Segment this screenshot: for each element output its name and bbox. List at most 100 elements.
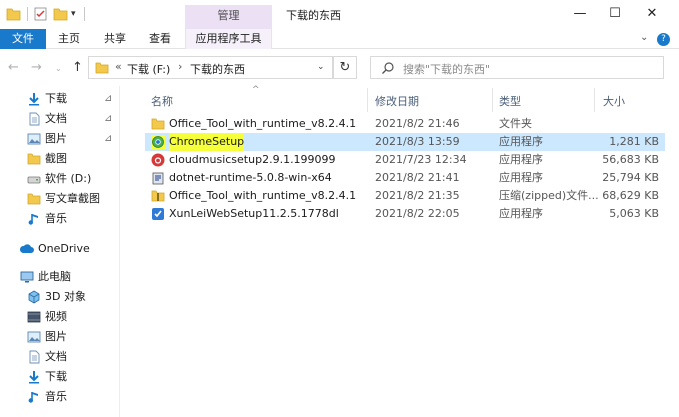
file-name: cloudmusicsetup2.9.1.199099 [169,153,336,166]
column-header-type[interactable]: 类型 [499,93,521,109]
breadcrumb-drive[interactable]: 下载 (F:) [127,61,170,77]
file-name: ChromeSetup [169,133,245,151]
column-divider[interactable] [367,88,368,112]
drive-icon [27,176,41,184]
folder-icon [95,62,109,74]
nav-item-pictures[interactable]: 图片 ⊿ [0,129,120,149]
video-icon [27,311,41,323]
music-icon [28,392,38,403]
nav-item-label: 文档 [45,112,67,125]
tab-home[interactable]: 主页 [54,29,84,49]
nav-item-drive-d[interactable]: 软件 (D:) [0,169,120,189]
table-row[interactable]: cloudmusicsetup2.9.1.199099 2021/7/23 12… [145,151,665,169]
nav-item-label: 音乐 [45,390,67,403]
navigation-pane: 下载 ⊿ 文档 ⊿ 图片 ⊿ 截图 软件 (D:) 写文章截图 音乐 OneDr… [0,86,120,417]
breadcrumb-current-folder[interactable]: 下载的东西 [190,61,245,77]
table-row[interactable]: Office_Tool_with_runtime_v8.2.4.1 2021/8… [145,187,665,205]
column-divider[interactable] [492,88,493,112]
close-button[interactable]: ✕ [637,4,667,24]
search-input[interactable]: 搜索"下载的东西" [370,56,664,79]
expand-ribbon-chevron-icon[interactable]: ⌄ [640,32,648,43]
tab-application-tools[interactable]: 应用程序工具 [185,29,272,49]
window-title: 下载的东西 [286,9,341,22]
download-arrow-icon [29,93,39,106]
nav-item-screenshots[interactable]: 截图 [0,149,120,169]
pin-icon[interactable]: ⊿ [104,129,112,149]
file-size: 56,683 KB [602,153,659,166]
properties-check-icon[interactable] [34,6,47,22]
nav-item-label: 软件 (D:) [45,172,92,185]
new-folder-icon[interactable] [53,6,68,22]
cube-icon [28,290,40,304]
tab-share[interactable]: 共享 [100,29,130,49]
column-headers: ^ 名称 修改日期 类型 大小 [121,85,679,114]
address-bar[interactable]: « 下载 (F:) › 下载的东西 ⌄ [88,56,333,79]
help-icon[interactable]: ? [657,33,670,46]
nav-item-music-pc[interactable]: 音乐 [0,387,120,407]
column-header-size[interactable]: 大小 [603,93,625,109]
nav-item-pictures-pc[interactable]: 图片 [0,327,120,347]
table-row[interactable]: Office_Tool_with_runtime_v8.2.4.1 2021/8… [145,115,665,133]
nav-item-downloads-pc[interactable]: 下载 [0,367,120,387]
maximize-button[interactable]: ☐ [600,4,630,24]
minimize-button[interactable]: — [565,4,595,24]
tab-view[interactable]: 查看 [145,29,175,49]
file-date: 2021/8/3 13:59 [375,135,460,148]
nav-item-documents-pc[interactable]: 文档 [0,347,120,367]
address-dropdown-icon[interactable]: ⌄ [317,62,325,72]
file-type: 应用程序 [499,135,543,148]
title-bar: ▾ 管理 下载的东西 — ☐ ✕ [0,0,679,29]
refresh-button[interactable]: ↻ [333,56,357,79]
music-icon [28,214,38,225]
nav-item-onedrive[interactable]: OneDrive [0,239,120,259]
nav-item-label: 下载 [45,370,67,383]
sort-ascending-icon: ^ [252,85,260,95]
nav-item-label: OneDrive [38,242,90,255]
pin-icon[interactable]: ⊿ [104,89,112,109]
file-type: 应用程序 [499,171,543,184]
up-arrow-icon[interactable]: ↑ [72,60,83,75]
nav-item-documents[interactable]: 文档 ⊿ [0,109,120,129]
file-type: 应用程序 [499,207,543,220]
ribbon-tabs: 文件 主页 共享 查看 应用程序工具 ⌄ ? [0,29,679,49]
nav-item-videos[interactable]: 视频 [0,307,120,327]
file-list: ^ 名称 修改日期 类型 大小 Office_Tool_with_runtime… [121,85,679,417]
pin-icon[interactable]: ⊿ [104,109,112,129]
column-header-date[interactable]: 修改日期 [375,93,419,109]
nav-item-label: 写文章截图 [45,192,100,205]
nav-item-article-screenshots[interactable]: 写文章截图 [0,189,120,209]
nav-item-label: 图片 [45,330,67,343]
tab-file[interactable]: 文件 [0,29,46,49]
file-size: 25,794 KB [602,171,659,184]
back-arrow-icon[interactable]: ← [8,60,19,75]
nav-item-label: 此电脑 [38,270,71,283]
nav-item-label: 视频 [45,310,67,323]
installer-icon [152,172,164,185]
search-placeholder: 搜索"下载的东西" [403,63,491,76]
file-name: dotnet-runtime-5.0.8-win-x64 [169,171,332,184]
address-row: ← → ⌄ ↑ « 下载 (F:) › 下载的东西 ⌄ ↻ 搜索"下载的东西" [0,50,679,86]
table-row-selected[interactable]: ChromeSetup 2021/8/3 13:59 应用程序 1,281 KB [145,133,665,151]
column-divider[interactable] [594,88,595,112]
breadcrumb-separator-icon[interactable]: › [178,60,182,73]
cloud-icon [20,244,34,253]
zip-folder-icon [151,190,165,202]
folder-icon[interactable] [6,6,21,22]
forward-arrow-icon[interactable]: → [31,60,42,75]
manage-context-tab[interactable]: 管理 [185,5,272,29]
table-row[interactable]: XunLeiWebSetup11.2.5.1778dl 2021/8/2 22:… [145,205,665,223]
file-name: XunLeiWebSetup11.2.5.1778dl [169,207,339,220]
breadcrumb-overflow-icon[interactable]: « [115,60,122,73]
table-row[interactable]: dotnet-runtime-5.0.8-win-x64 2021/8/2 21… [145,169,665,187]
document-icon [29,350,40,364]
folder-icon [151,118,165,130]
file-type: 应用程序 [499,153,543,166]
column-header-name[interactable]: 名称 [151,93,173,109]
customize-toolbar-dropdown-icon[interactable]: ▾ [71,6,81,22]
recent-locations-chevron-icon[interactable]: ⌄ [55,64,62,73]
nav-item-downloads[interactable]: 下载 ⊿ [0,89,120,109]
nav-item-3d-objects[interactable]: 3D 对象 [0,287,120,307]
xunlei-icon [152,208,164,220]
nav-item-music[interactable]: 音乐 [0,209,120,229]
nav-item-this-pc[interactable]: 此电脑 [0,267,120,287]
